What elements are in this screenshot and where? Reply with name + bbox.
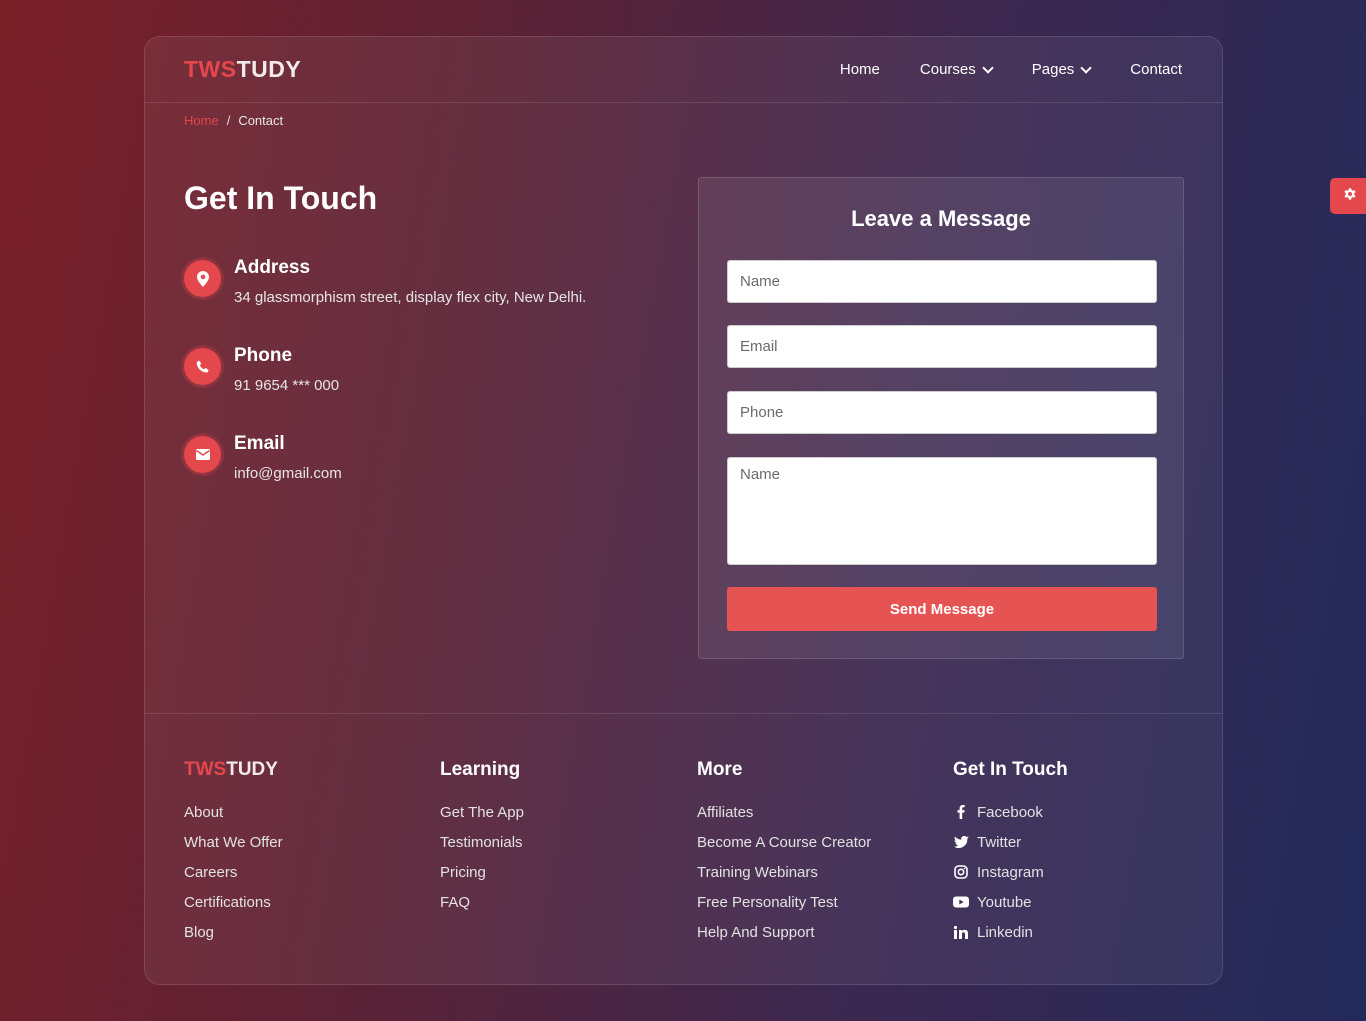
footer-link[interactable]: Certifications xyxy=(184,887,283,917)
map-pin-icon xyxy=(184,260,221,297)
nav-home-label: Home xyxy=(839,61,880,78)
twitter-label: Twitter xyxy=(977,833,1022,851)
phone-icon xyxy=(184,348,221,385)
instagram-label: Instagram xyxy=(977,863,1044,881)
footer-link[interactable]: Free Personality Test xyxy=(697,887,871,917)
contact-form: Leave a Message Send Message xyxy=(698,177,1184,659)
nav-courses[interactable]: Courses xyxy=(919,61,994,78)
youtube-label: Youtube xyxy=(977,893,1032,911)
footer-heading-more: More xyxy=(697,759,743,780)
footer-link[interactable]: Pricing xyxy=(440,857,524,887)
linkedin-icon xyxy=(953,925,969,939)
footer-link[interactable]: What We Offer xyxy=(184,827,283,857)
footer-social-youtube[interactable]: Youtube xyxy=(953,887,1068,917)
main-card: TWSTUDY Home Courses Pages Contact Home … xyxy=(144,36,1223,985)
message-textarea[interactable] xyxy=(727,457,1157,565)
footer-col-learning: Learning Get The App Testimonials Pricin… xyxy=(440,759,524,917)
nav-menu: Home Courses Pages Contact xyxy=(800,61,1182,78)
footer-link[interactable]: About xyxy=(184,797,283,827)
breadcrumb: Home / Contact xyxy=(184,113,283,128)
footer-link[interactable]: Careers xyxy=(184,857,283,887)
send-message-button[interactable]: Send Message xyxy=(727,587,1157,631)
page-title: Get In Touch xyxy=(184,180,378,216)
footer-brand-logo[interactable]: TWSTUDY xyxy=(184,759,283,783)
footer-link[interactable]: Affiliates xyxy=(697,797,871,827)
email-input[interactable] xyxy=(727,325,1157,368)
footer-col-social: Get In Touch Facebook Twitter Instagram … xyxy=(953,759,1068,947)
gear-icon xyxy=(1343,187,1357,206)
name-input[interactable] xyxy=(727,260,1157,303)
form-title: Leave a Message xyxy=(851,206,1031,231)
footer-col-about: TWSTUDY About What We Offer Careers Cert… xyxy=(184,759,283,947)
email-value: info@gmail.com xyxy=(234,465,342,482)
footer-heading-social: Get In Touch xyxy=(953,759,1068,780)
email-info: Email info@gmail.com xyxy=(184,433,342,482)
nav-courses-label: Courses xyxy=(919,61,976,78)
footer-social-twitter[interactable]: Twitter xyxy=(953,827,1068,857)
breadcrumb-separator: / xyxy=(226,113,231,128)
brand-logo[interactable]: TWSTUDY xyxy=(184,56,301,83)
footer-link[interactable]: Become A Course Creator xyxy=(697,827,871,857)
chevron-down-icon xyxy=(1080,61,1092,74)
facebook-label: Facebook xyxy=(977,803,1043,821)
instagram-icon xyxy=(953,865,969,879)
youtube-icon xyxy=(953,896,969,908)
footer-divider xyxy=(145,713,1222,714)
address-label: Address xyxy=(234,257,311,278)
address-value: 34 glassmorphism street, display flex ci… xyxy=(234,289,587,306)
footer-link[interactable]: Testimonials xyxy=(440,827,524,857)
phone-input[interactable] xyxy=(727,391,1157,434)
linkedin-label: Linkedin xyxy=(977,923,1033,941)
email-label: Email xyxy=(234,433,285,454)
footer-heading-learning: Learning xyxy=(440,759,521,780)
envelope-icon xyxy=(184,436,221,473)
navbar: TWSTUDY Home Courses Pages Contact xyxy=(145,37,1222,103)
nav-pages[interactable]: Pages xyxy=(1031,61,1092,78)
footer-link[interactable]: Blog xyxy=(184,917,283,947)
footer-col-more: More Affiliates Become A Course Creator … xyxy=(697,759,871,947)
footer-brand-part2: TUDY xyxy=(226,759,278,780)
nav-contact-label: Contact xyxy=(1130,61,1182,78)
footer-link[interactable]: FAQ xyxy=(440,887,524,917)
phone-value: 91 9654 *** 000 xyxy=(234,377,340,394)
footer-brand-part1: TWS xyxy=(184,759,227,780)
facebook-icon xyxy=(953,805,969,819)
footer-social-linkedin[interactable]: Linkedin xyxy=(953,917,1068,947)
brand-logo-part2: TUDY xyxy=(236,56,302,82)
breadcrumb-home[interactable]: Home xyxy=(184,113,219,128)
phone-info: Phone 91 9654 *** 000 xyxy=(184,345,340,394)
twitter-icon xyxy=(953,836,969,848)
address-info: Address 34 glassmorphism street, display… xyxy=(184,257,587,306)
footer-social-instagram[interactable]: Instagram xyxy=(953,857,1068,887)
nav-contact[interactable]: Contact xyxy=(1130,61,1182,78)
brand-logo-part1: TWS xyxy=(184,56,237,82)
footer-social-facebook[interactable]: Facebook xyxy=(953,797,1068,827)
nav-pages-label: Pages xyxy=(1031,61,1075,78)
footer-link[interactable]: Training Webinars xyxy=(697,857,871,887)
chevron-down-icon xyxy=(982,61,994,74)
nav-home[interactable]: Home xyxy=(840,61,880,78)
breadcrumb-current: Contact xyxy=(238,113,284,128)
settings-gear-button[interactable] xyxy=(1330,178,1366,214)
phone-label: Phone xyxy=(234,345,293,366)
footer-link[interactable]: Help And Support xyxy=(697,917,871,947)
footer-link[interactable]: Get The App xyxy=(440,797,524,827)
